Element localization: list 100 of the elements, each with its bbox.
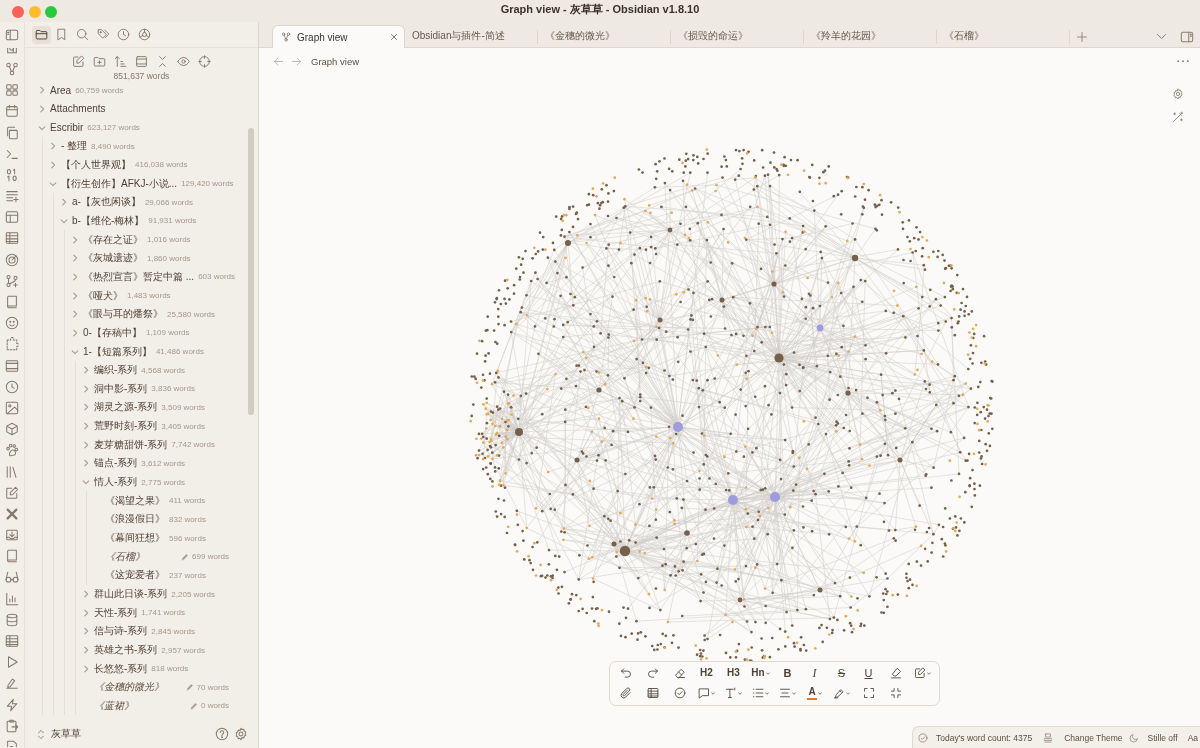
edit-icon[interactable] bbox=[914, 667, 926, 679]
chevron-icon[interactable] bbox=[71, 272, 79, 281]
magic-wand-icon[interactable] bbox=[1172, 111, 1184, 123]
download-icon[interactable] bbox=[5, 528, 19, 543]
folder-name[interactable]: 《眼与耳的燔祭》 bbox=[83, 307, 163, 322]
layout-icon[interactable] bbox=[5, 210, 19, 225]
font-size-toggle[interactable]: Aa bbox=[1187, 732, 1199, 743]
book-icon[interactable] bbox=[5, 549, 19, 564]
copy-icon[interactable] bbox=[5, 125, 19, 140]
glasses-icon[interactable] bbox=[5, 570, 19, 585]
change-theme-link[interactable]: Change Theme bbox=[1064, 732, 1123, 743]
caret-icon[interactable] bbox=[818, 691, 822, 695]
folder-name[interactable]: a-【灰也闲谈】 bbox=[72, 195, 141, 210]
folder-name[interactable]: 荒野时刻-系列 bbox=[94, 419, 158, 434]
folder-name[interactable]: Escribir bbox=[50, 122, 84, 134]
chevron-updown-icon[interactable] bbox=[38, 729, 44, 739]
bold-button[interactable]: B bbox=[783, 667, 792, 679]
italic-button[interactable]: I bbox=[812, 667, 817, 679]
exit-fullscreen-icon[interactable] bbox=[889, 687, 902, 699]
radar-icon[interactable] bbox=[5, 252, 19, 267]
text-style-icon[interactable] bbox=[725, 687, 737, 699]
chevron-icon[interactable] bbox=[82, 627, 90, 636]
caret-icon[interactable] bbox=[927, 671, 931, 675]
chevron-icon[interactable] bbox=[60, 216, 68, 225]
caret-icon[interactable] bbox=[792, 691, 796, 695]
image-icon[interactable] bbox=[5, 401, 19, 415]
cube-icon[interactable] bbox=[5, 422, 19, 437]
strikethrough-button[interactable]: S bbox=[837, 667, 846, 679]
chevron-icon[interactable] bbox=[82, 440, 90, 449]
hub-node[interactable] bbox=[673, 422, 683, 432]
chevron-icon[interactable] bbox=[49, 160, 57, 169]
file-name[interactable]: 《金穗的微光》 bbox=[94, 680, 164, 695]
list-plus-icon[interactable] bbox=[5, 189, 19, 204]
hub-node[interactable] bbox=[770, 492, 780, 502]
folder-name[interactable]: 编织-系列 bbox=[94, 363, 138, 378]
table-icon[interactable] bbox=[5, 634, 19, 649]
folder-name[interactable]: Attachments bbox=[50, 103, 106, 115]
chevron-icon[interactable] bbox=[82, 384, 90, 393]
chevron-icon[interactable] bbox=[71, 235, 79, 244]
list-icon[interactable] bbox=[752, 687, 764, 699]
book-icon[interactable] bbox=[5, 295, 19, 310]
folder-name[interactable]: 英雄之书-系列 bbox=[94, 643, 158, 657]
sidebar-toggle-icon[interactable] bbox=[1180, 29, 1194, 44]
hub-node[interactable] bbox=[771, 281, 777, 287]
highlighter-icon[interactable] bbox=[833, 687, 845, 699]
folder-name[interactable]: 信与诗-系列 bbox=[94, 624, 148, 639]
caret-icon[interactable] bbox=[765, 691, 769, 695]
file-name[interactable]: 《浪漫假日》 bbox=[105, 512, 165, 527]
graph-icon[interactable] bbox=[5, 62, 19, 76]
hub-node[interactable] bbox=[851, 254, 859, 262]
folder-name[interactable]: 锚点-系列 bbox=[94, 456, 138, 471]
plus-icon[interactable] bbox=[1076, 30, 1088, 43]
bar-chart-icon[interactable] bbox=[5, 591, 19, 606]
hub-node[interactable] bbox=[611, 541, 617, 547]
hub-node[interactable] bbox=[728, 495, 738, 505]
tab[interactable]: 《羚羊的花园》 bbox=[804, 25, 936, 47]
hub-node[interactable] bbox=[515, 428, 523, 436]
chevron-icon[interactable] bbox=[82, 478, 90, 487]
tab[interactable]: 《损毁的命运》 bbox=[671, 25, 803, 47]
moon-icon[interactable] bbox=[1128, 732, 1139, 743]
folder-name[interactable]: 【个人世界观】 bbox=[61, 157, 131, 172]
new-note-icon[interactable] bbox=[72, 54, 85, 68]
file-name[interactable]: 《幕间狂想》 bbox=[105, 531, 165, 546]
paperclip-icon[interactable] bbox=[619, 687, 632, 699]
chevron-icon[interactable] bbox=[82, 403, 90, 412]
folder-name[interactable]: 情人-系列 bbox=[94, 475, 138, 490]
folder-name[interactable]: 《存在之证》 bbox=[83, 232, 143, 247]
folder-name[interactable]: 《哑犬》 bbox=[83, 288, 123, 303]
database-icon[interactable] bbox=[5, 612, 19, 627]
more-options-icon[interactable] bbox=[1177, 59, 1189, 63]
files-tab[interactable] bbox=[31, 25, 51, 44]
scrollbar-thumb[interactable] bbox=[248, 128, 254, 415]
chevron-icon[interactable] bbox=[71, 328, 79, 337]
folder-name[interactable]: 群山此日谈-系列 bbox=[94, 587, 168, 602]
chevron-icon[interactable] bbox=[82, 590, 90, 599]
smiley-icon[interactable] bbox=[5, 316, 19, 331]
sort-icon[interactable] bbox=[114, 54, 127, 68]
grid-icon[interactable] bbox=[5, 83, 19, 98]
chevron-icon[interactable] bbox=[82, 646, 90, 654]
chevron-icon[interactable] bbox=[82, 608, 90, 617]
puzzle-icon[interactable] bbox=[5, 337, 19, 352]
help-icon[interactable] bbox=[215, 727, 229, 741]
underline-button[interactable]: U bbox=[864, 667, 873, 679]
tab[interactable]: Obsidian与插件-简述 bbox=[405, 25, 537, 47]
settings-icon[interactable] bbox=[1172, 88, 1184, 100]
hub-node[interactable] bbox=[816, 324, 824, 332]
chevron-icon[interactable] bbox=[71, 291, 79, 300]
caret-icon[interactable] bbox=[765, 671, 770, 675]
folder-name[interactable]: 洞中影-系列 bbox=[94, 381, 148, 396]
hub-node[interactable] bbox=[667, 227, 673, 233]
chevron-icon[interactable] bbox=[82, 366, 90, 375]
cross-icon[interactable] bbox=[5, 506, 19, 521]
folder-name[interactable]: b-【维伦-梅林】 bbox=[72, 213, 145, 228]
caret-icon[interactable] bbox=[711, 691, 715, 695]
sidebar-toggle-icon[interactable] bbox=[5, 28, 19, 42]
play-icon[interactable] bbox=[5, 655, 19, 670]
caret-icon[interactable] bbox=[846, 691, 850, 695]
crosshair-icon[interactable] bbox=[198, 54, 211, 68]
file-name[interactable]: 《这宠爱者》 bbox=[105, 568, 165, 583]
hub-node[interactable] bbox=[774, 353, 784, 363]
